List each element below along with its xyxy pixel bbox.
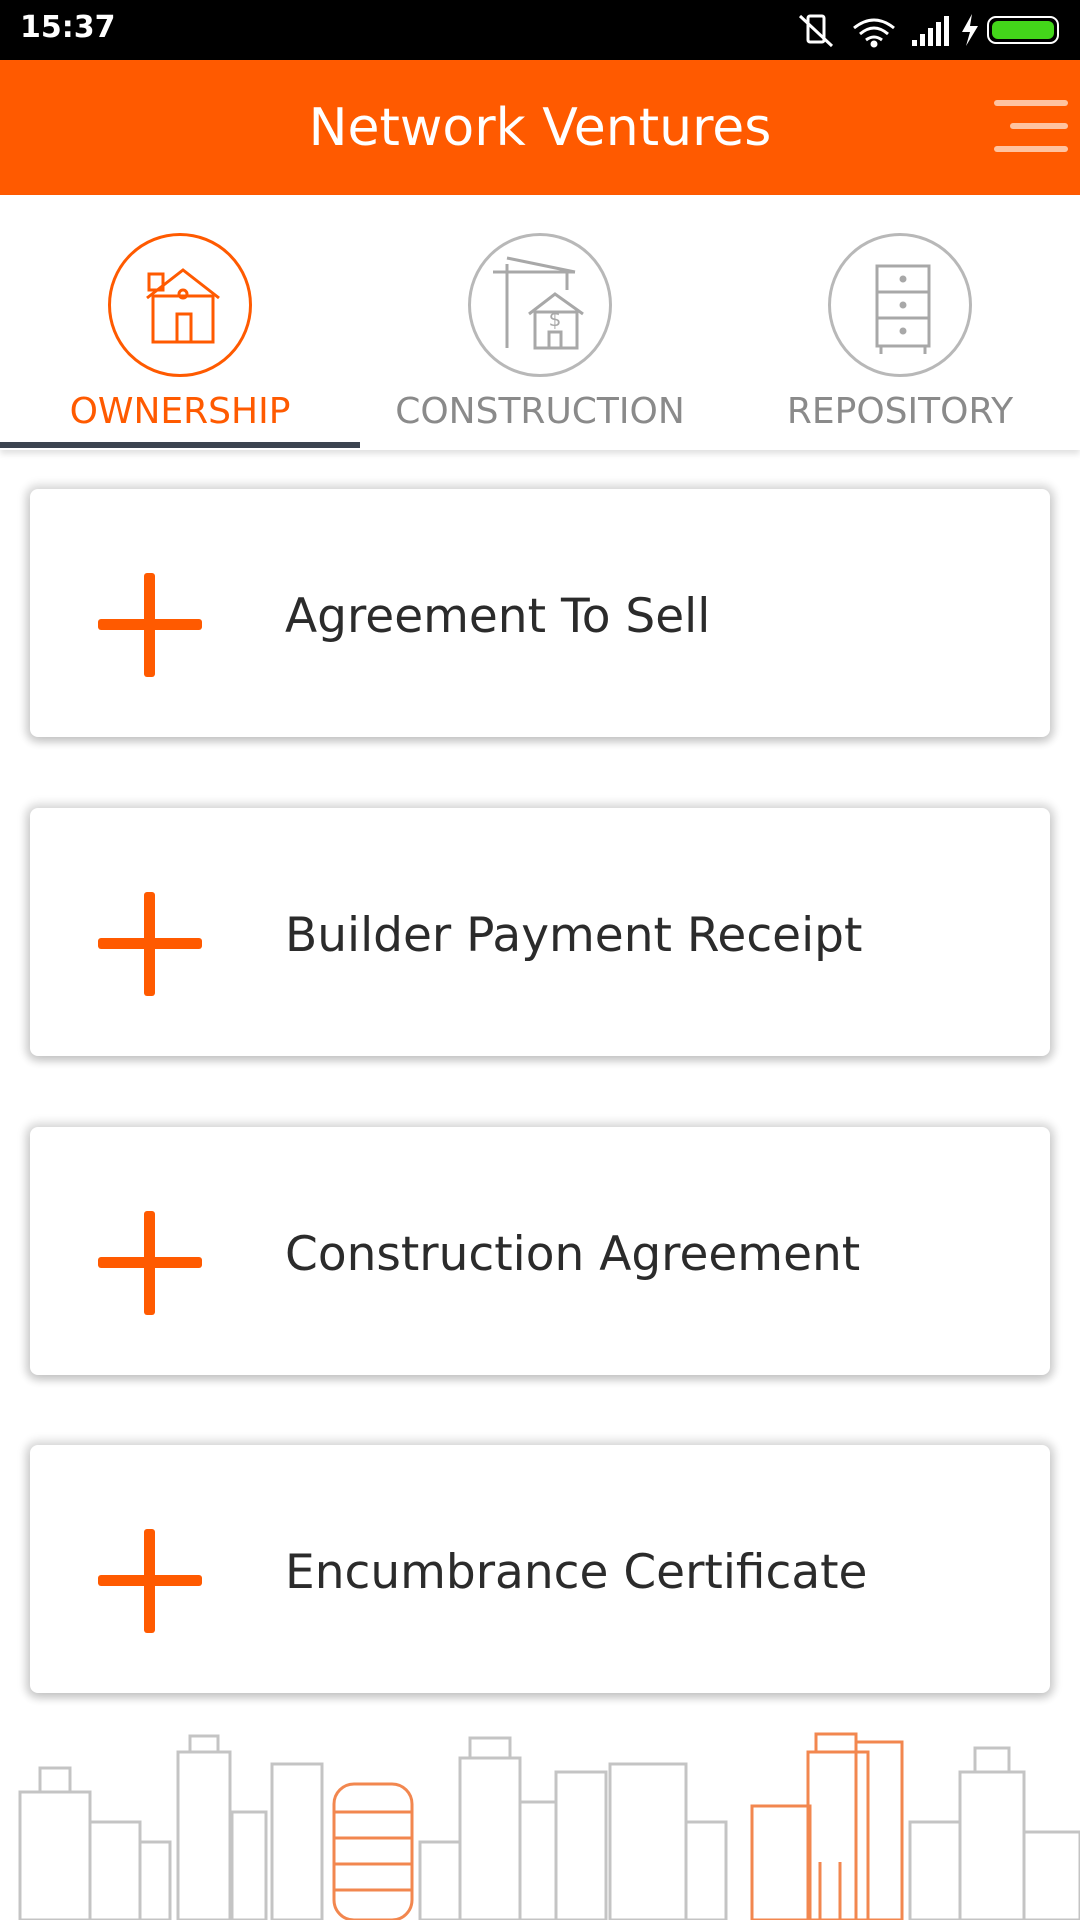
vibrate-off-icon [798,14,834,48]
tab-label: CONSTRUCTION [395,391,685,432]
tab-bar: OWNERSHIP $ CONSTRUCTION REPOSITORY [0,195,1080,450]
card-label: Encumbrance Certificate [285,1545,868,1600]
status-icons [798,14,1059,48]
tab-construction[interactable]: $ CONSTRUCTION [360,195,720,450]
status-time: 15:37 [20,10,116,45]
signal-icon [912,16,949,46]
crane-house-icon: $ [468,233,612,377]
status-bar: 15:37 [0,0,1080,60]
tab-repository[interactable]: REPOSITORY [720,195,1080,450]
card-label: Builder Payment Receipt [285,908,863,963]
tab-label: REPOSITORY [786,391,1014,432]
plus-icon [98,892,202,996]
plus-icon [98,573,202,677]
menu-icon-bar [1010,123,1068,129]
svg-text:$: $ [549,307,562,331]
document-card-construction-agreement[interactable]: Construction Agreement [30,1127,1050,1375]
menu-icon [994,100,1068,106]
menu-button[interactable] [994,96,1068,156]
menu-icon-bar [994,146,1068,152]
charging-icon [962,14,978,46]
battery-icon [987,16,1059,44]
app-title: Network Ventures [308,98,772,158]
tab-ownership[interactable]: OWNERSHIP [0,195,360,450]
wifi-icon [853,18,895,48]
card-label: Construction Agreement [285,1227,861,1282]
plus-icon [98,1529,202,1633]
document-card-agreement-to-sell[interactable]: Agreement To Sell [30,489,1050,737]
city-skyline-illustration [18,1732,1080,1920]
active-tab-indicator [0,442,360,448]
plus-icon [98,1211,202,1315]
document-card-builder-payment-receipt[interactable]: Builder Payment Receipt [30,808,1050,1056]
document-card-encumbrance-certificate[interactable]: Encumbrance Certificate [30,1445,1050,1693]
card-label: Agreement To Sell [285,589,711,644]
tab-label: OWNERSHIP [69,391,291,432]
house-icon [108,233,252,377]
cabinet-icon [828,233,972,377]
app-bar: Network Ventures [0,60,1080,195]
